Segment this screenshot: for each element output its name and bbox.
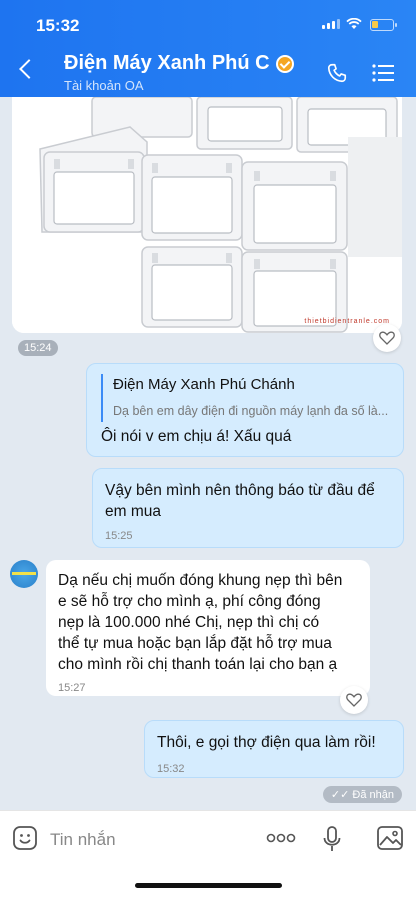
verified-icon (276, 55, 294, 73)
chat-header: 15:32 Điện Máy Xanh Phú C... Tài khoản O… (0, 0, 416, 97)
message-time: 15:25 (105, 530, 133, 542)
message-text-line: nẹp là 100.000 nhé Chị, nẹp thì chị có (58, 614, 320, 631)
image-icon[interactable] (376, 825, 404, 851)
quoted-message[interactable]: Điện Máy Xanh Phú Chánh Dạ bên em dây đi… (101, 374, 393, 422)
message-text-line: e sẽ hỗ trợ cho mình ạ, phí công đóng (58, 593, 321, 610)
message-text-line: em mua (105, 503, 161, 520)
signal-icon (322, 19, 340, 29)
message-text-line: cho mình rồi chị thanh toán lại cho bạn … (58, 656, 338, 673)
account-type: Tài khoản OA (64, 78, 144, 93)
page-title[interactable]: Điện Máy Xanh Phú C... (64, 52, 269, 75)
phone-icon[interactable] (326, 62, 348, 84)
message-text: Ôi nói v em chịu á! Xấu quá (101, 428, 292, 445)
battery-icon (370, 19, 397, 31)
quote-preview: Dạ bên em dây điện đi nguồn máy lạnh đa … (113, 404, 389, 418)
message-time: 15:27 (58, 682, 86, 694)
heart-icon[interactable] (373, 324, 401, 352)
outgoing-message[interactable]: Thôi, e gọi thợ điện qua làm rồi! 15:32 (144, 720, 404, 778)
delivery-status: ✓✓ Đã nhận (322, 786, 402, 803)
sticker-icon[interactable] (12, 825, 38, 851)
avatar[interactable] (10, 560, 38, 588)
heart-icon[interactable] (340, 686, 368, 714)
status-bar: 15:32 (0, 14, 416, 38)
message-input[interactable]: Tin nhắn (50, 830, 116, 850)
quote-author: Điện Máy Xanh Phú Chánh (113, 376, 295, 393)
incoming-message[interactable]: Dạ nếu chị muốn đóng khung nẹp thì bên e… (46, 560, 370, 696)
back-icon[interactable] (19, 59, 39, 79)
mic-icon[interactable] (322, 825, 342, 853)
image-watermark: thietbidientranle.com (304, 318, 390, 325)
message-time: 15:32 (157, 763, 185, 775)
message-text-line: Dạ nếu chị muốn đóng khung nẹp thì bên (58, 572, 343, 589)
message-text: Thôi, e gọi thợ điện qua làm rồi! (157, 734, 376, 751)
message-text-line: thể tự mua hoặc bạn lắp đặt hỗ trợ mua (58, 635, 332, 652)
more-icon[interactable] (266, 833, 296, 843)
menu-icon[interactable] (372, 64, 394, 82)
home-indicator (135, 883, 282, 888)
cable-trunking-photo (12, 97, 402, 333)
status-time: 15:32 (36, 16, 80, 35)
message-time: 15:24 (18, 340, 58, 356)
message-text-line: Vậy bên mình nên thông báo từ đầu để (105, 482, 375, 499)
image-message[interactable]: thietbidientranle.com (12, 97, 402, 333)
wifi-icon (346, 18, 362, 29)
outgoing-message[interactable]: Vậy bên mình nên thông báo từ đầu để em … (92, 468, 404, 548)
outgoing-message-reply[interactable]: Điện Máy Xanh Phú Chánh Dạ bên em dây đi… (86, 363, 404, 457)
